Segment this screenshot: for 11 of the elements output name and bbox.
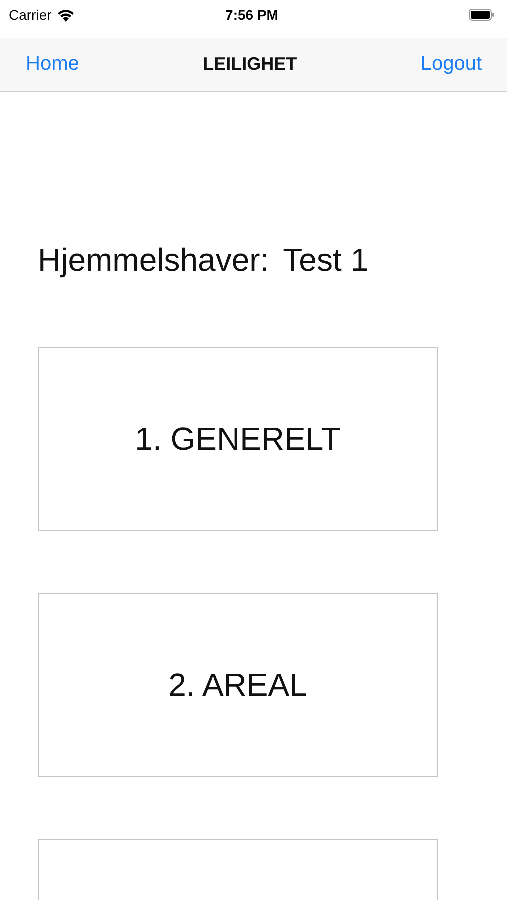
section-card[interactable]: 1. GENERELT [38,347,438,531]
clock-time: 7:56 PM [226,7,278,23]
owner-value: Test 1 [283,242,369,279]
home-link[interactable]: Home [26,53,80,76]
battery-icon [468,9,495,21]
wifi-icon [56,8,75,22]
page-title: LEILIGHET [203,54,298,75]
logout-link[interactable]: Logout [420,53,482,76]
section-card[interactable]: 2. AREAL [38,593,438,777]
carrier-label: Carrier [9,7,52,23]
owner-label: Hjemmelshaver: [38,242,270,279]
